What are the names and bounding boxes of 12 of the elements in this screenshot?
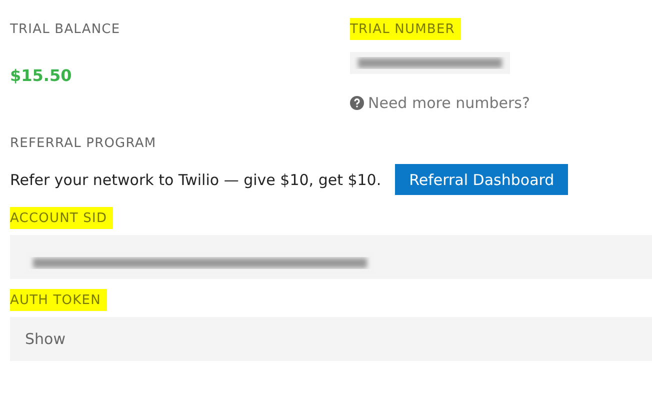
referral-text: Refer your network to Twilio — give $10, get $10.: [10, 170, 382, 188]
auth-token-field[interactable]: Show: [10, 317, 652, 361]
account-sid-field[interactable]: [10, 235, 652, 279]
section-label: REFERRAL PROGRAM: [10, 135, 156, 153]
section-label: AUTH TOKEN: [10, 289, 107, 311]
section-label: ACCOUNT SID: [10, 207, 114, 229]
referral-dashboard-button[interactable]: Referral Dashboard: [395, 164, 568, 195]
balance-amount: $15.50: [10, 66, 72, 85]
section-label: TRIAL BALANCE: [10, 21, 120, 39]
help-icon: [350, 96, 364, 110]
section-label: TRIAL NUMBER: [350, 18, 461, 40]
help-link[interactable]: Need more numbers?: [350, 94, 530, 112]
